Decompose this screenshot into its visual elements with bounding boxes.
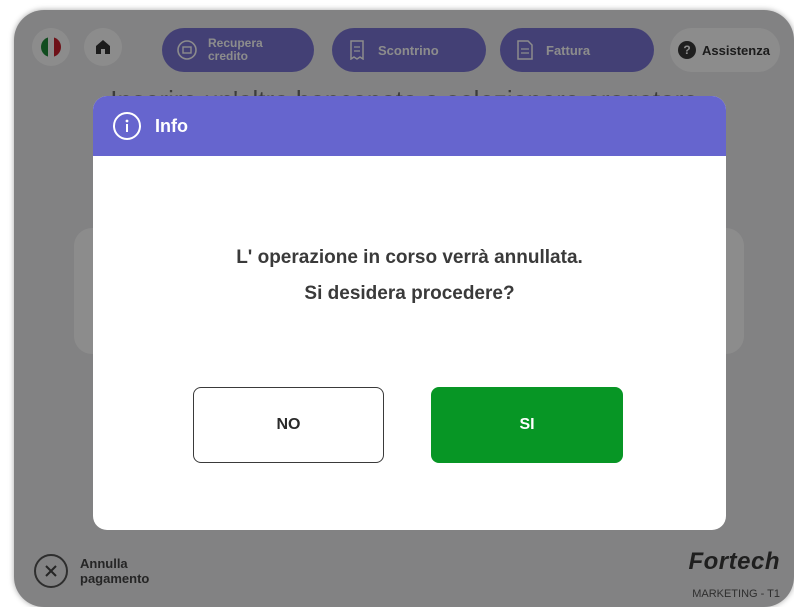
yes-button[interactable]: SI xyxy=(431,387,623,463)
dialog-message: L' operazione in corso verrà annullata. … xyxy=(236,247,583,304)
dialog-header: Info xyxy=(93,96,726,156)
kiosk-screen: Recupera credito Scontrino Fattura ? Ass… xyxy=(14,10,794,607)
dialog-title: Info xyxy=(155,115,188,136)
info-icon xyxy=(113,112,141,140)
confirm-dialog: Info L' operazione in corso verrà annull… xyxy=(93,96,726,530)
no-button[interactable]: NO xyxy=(193,387,384,463)
